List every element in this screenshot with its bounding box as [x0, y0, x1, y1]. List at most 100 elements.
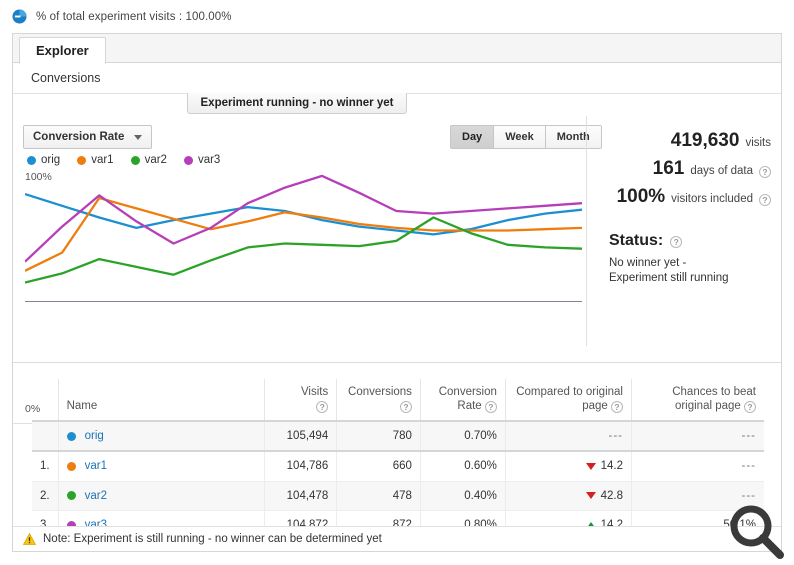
- legend-item-var3[interactable]: var3: [183, 154, 221, 166]
- experiment-status-banner: Experiment running - no winner yet: [187, 93, 407, 114]
- col-header-compared[interactable]: Compared to original page ?: [504, 379, 632, 422]
- banner-row: Experiment running - no winner yet: [13, 93, 781, 116]
- row-compared-to-original: 14.2: [504, 451, 632, 482]
- variation-color-dot-icon: [66, 461, 76, 471]
- granularity-button-day[interactable]: Day: [451, 126, 495, 148]
- col-header-conversion-rate[interactable]: Conversion Rate ?: [419, 379, 506, 422]
- line-chart[interactable]: [25, 172, 582, 302]
- tab-explorer[interactable]: Explorer: [19, 37, 106, 64]
- row-conversions: 660: [336, 451, 421, 482]
- help-icon[interactable]: ?: [759, 166, 771, 179]
- row-chances-to-beat: ---: [630, 421, 764, 452]
- row-index: 2.: [32, 481, 59, 511]
- stat-days-of-data: 161 days of data ?: [653, 158, 771, 180]
- col-header-visits-text: Visits: [300, 386, 329, 398]
- row-index: [32, 421, 59, 452]
- arrow-down-icon: [585, 492, 596, 499]
- col-header-name[interactable]: Name: [57, 379, 265, 422]
- col-header-chances[interactable]: Chances to beat original page ?: [630, 379, 764, 422]
- chart-pane: Conversion Rate Day Week Month orig var1…: [13, 116, 602, 441]
- help-icon[interactable]: ?: [670, 236, 683, 248]
- report-card: Explorer Conversions Experiment running …: [12, 33, 782, 552]
- row-conversion-rate: 0.60%: [419, 451, 506, 482]
- variation-name-link[interactable]: orig: [85, 429, 104, 443]
- legend-dot-icon: [183, 155, 193, 165]
- row-visits: 104,786: [263, 451, 337, 482]
- stat-visits-value: 419,630: [670, 130, 740, 151]
- chart-and-summary: Conversion Rate Day Week Month orig var1…: [13, 116, 781, 441]
- stat-visits: 419,630 visits: [671, 130, 771, 152]
- help-icon[interactable]: ?: [399, 401, 412, 414]
- legend-label: var2: [144, 154, 167, 166]
- help-icon[interactable]: ?: [316, 401, 329, 414]
- status-heading-text: Status:: [609, 232, 664, 249]
- legend-label: orig: [41, 154, 61, 166]
- row-name-cell: var2: [57, 481, 265, 511]
- row-conversions: 780: [336, 421, 421, 452]
- row-conversions: 478: [336, 481, 421, 511]
- subnav-row: Conversions: [13, 63, 781, 94]
- granularity-toggle-group: Day Week Month: [450, 125, 602, 149]
- help-icon[interactable]: ?: [744, 401, 756, 414]
- legend-dot-icon: [27, 155, 36, 165]
- empty-value: ---: [608, 430, 623, 442]
- variation-name-link[interactable]: var1: [85, 459, 107, 473]
- table-row[interactable]: 1. var1 104,786 660 0.60% 14.2 ---: [32, 451, 764, 482]
- compared-value: 14.2: [600, 460, 623, 472]
- stat-visits-label: visits: [745, 137, 771, 149]
- variation-color-dot-icon: [66, 491, 76, 501]
- footer-note: Note: Experiment is still running - no w…: [13, 526, 781, 551]
- metric-selector-label: Conversion Rate: [33, 131, 125, 143]
- col-header-conversions[interactable]: Conversions ?: [336, 379, 421, 422]
- row-chances-to-beat: ---: [630, 481, 764, 511]
- subnav-item-conversions[interactable]: Conversions: [31, 71, 100, 85]
- experiment-report-page: % of total experiment visits : 100.00% E…: [0, 0, 794, 565]
- stat-days-value: 161: [652, 158, 685, 179]
- help-icon[interactable]: ?: [484, 401, 497, 414]
- table-header-row: Name Visits ? Conversions ? Conversion R…: [32, 379, 764, 422]
- total-visits-text: % of total experiment visits : 100.00%: [36, 10, 232, 23]
- row-conversion-rate: 0.70%: [419, 421, 506, 452]
- tab-strip: Explorer: [13, 34, 781, 64]
- row-visits: 104,478: [263, 481, 337, 511]
- table-separator: [13, 362, 781, 363]
- legend-item-var1[interactable]: var1: [77, 154, 114, 166]
- compared-value: 42.8: [600, 489, 623, 502]
- stat-visitors-label: visitors included: [671, 193, 753, 205]
- pie-chart-icon: [12, 9, 27, 24]
- status-description: No winner yet - Experiment still running: [609, 256, 729, 286]
- stat-days-label: days of data: [690, 165, 753, 177]
- row-name-cell: orig: [57, 421, 265, 452]
- row-conversion-rate: 0.40%: [419, 481, 506, 511]
- chart-series-var3: [25, 174, 582, 263]
- col-header-compared-text: Compared to original page: [516, 386, 623, 412]
- row-name-cell: var1: [57, 451, 265, 482]
- chart-legend: orig var1 var2 var3: [27, 154, 220, 166]
- row-visits: 105,494: [263, 421, 337, 452]
- line-chart-svg: [25, 174, 582, 302]
- col-header-conversions-text: Conversions: [348, 386, 412, 398]
- granularity-button-week[interactable]: Week: [494, 126, 546, 148]
- legend-label: var1: [91, 154, 114, 166]
- row-compared-to-original: 42.8: [504, 481, 632, 511]
- chart-series-var2: [25, 216, 582, 284]
- status-line-2: Experiment still running: [609, 272, 729, 284]
- col-header-visits[interactable]: Visits ?: [263, 379, 337, 422]
- variation-color-dot-icon: [66, 431, 76, 441]
- help-icon[interactable]: ?: [610, 401, 623, 414]
- legend-dot-icon: [130, 155, 140, 165]
- col-header-index: [32, 379, 59, 422]
- variation-name-link[interactable]: var2: [85, 489, 107, 503]
- legend-dot-icon: [77, 155, 87, 165]
- legend-item-var2[interactable]: var2: [130, 154, 167, 166]
- arrow-down-icon: [585, 462, 596, 470]
- metric-selector[interactable]: Conversion Rate: [23, 125, 153, 149]
- chevron-down-icon: [134, 134, 143, 140]
- legend-label: var3: [197, 154, 221, 166]
- help-icon[interactable]: ?: [759, 194, 771, 207]
- table-row[interactable]: orig 105,494 780 0.70% --- ---: [32, 421, 764, 452]
- variations-table: Name Visits ? Conversions ? Conversion R…: [32, 379, 764, 541]
- table-row[interactable]: 2. var2 104,478 478 0.40% 42.8 ---: [32, 481, 764, 511]
- legend-item-orig[interactable]: orig: [27, 154, 60, 166]
- total-visits-bar: % of total experiment visits : 100.00%: [0, 0, 794, 33]
